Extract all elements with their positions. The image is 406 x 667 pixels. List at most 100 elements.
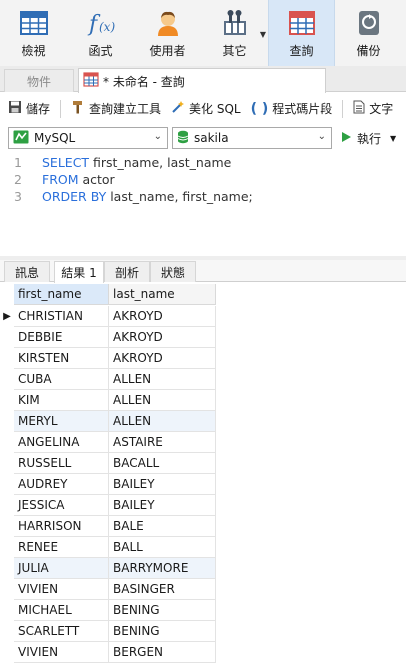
cell-last-name[interactable]: BENING xyxy=(109,621,216,642)
cell-first-name[interactable]: SCARLETT xyxy=(14,621,109,642)
cell-last-name[interactable]: BAILEY xyxy=(109,495,216,516)
cell-last-name[interactable]: BENING xyxy=(109,600,216,621)
tab-result-1[interactable]: 結果 1 xyxy=(54,261,104,283)
table-row[interactable]: CUBA ALLEN xyxy=(0,369,216,390)
column-header-last-name[interactable]: last_name xyxy=(109,284,216,305)
toolbar-user-button[interactable]: 使用者 xyxy=(134,0,201,66)
database-icon xyxy=(177,130,189,147)
cell-last-name[interactable]: AKROYD xyxy=(109,348,216,369)
toolbar-query-button[interactable]: 查詢 xyxy=(268,0,335,66)
svg-text:(x): (x) xyxy=(99,20,115,34)
cell-last-name[interactable]: ASTAIRE xyxy=(109,432,216,453)
cell-last-name[interactable]: ALLEN xyxy=(109,390,216,411)
cell-first-name[interactable]: ANGELINA xyxy=(14,432,109,453)
tab-messages[interactable]: 訊息 xyxy=(4,261,50,282)
cell-first-name[interactable]: DEBBIE xyxy=(14,327,109,348)
dropdown-caret-icon[interactable]: ▼ xyxy=(390,134,396,143)
beautify-sql-label: 美化 SQL xyxy=(189,102,241,116)
code-snippet-button[interactable]: ( ) 程式碼片段 xyxy=(251,100,333,117)
sql-keyword: FROM xyxy=(42,172,79,187)
query-builder-label: 查詢建立工具 xyxy=(89,102,162,116)
table-row[interactable]: DEBBIE AKROYD xyxy=(0,327,216,348)
toolbar-separator xyxy=(60,99,62,118)
cell-first-name[interactable]: CHRISTIAN xyxy=(14,306,109,327)
table-row[interactable]: RENEE BALL xyxy=(0,537,216,558)
query-builder-button[interactable]: 查詢建立工具 xyxy=(71,100,161,117)
cell-last-name[interactable]: BACALL xyxy=(109,453,216,474)
table-row[interactable]: ANGELINA ASTAIRE xyxy=(0,432,216,453)
cell-last-name[interactable]: ALLEN xyxy=(109,369,216,390)
table-row[interactable]: AUDREY BAILEY xyxy=(0,474,216,495)
row-marker xyxy=(0,621,14,642)
cell-first-name[interactable]: RENEE xyxy=(14,537,109,558)
cell-last-name[interactable]: BARRYMORE xyxy=(109,558,216,579)
cell-last-name[interactable]: AKROYD xyxy=(109,327,216,348)
main-toolbar: 檢視 f (x) 函式 使用者 其它 ▼ 查詢 備份 xyxy=(0,0,406,66)
cell-last-name[interactable]: BERGEN xyxy=(109,642,216,663)
code-line: 1 SELECT first_name, last_name xyxy=(0,154,231,171)
backup-icon xyxy=(353,8,385,38)
table-row[interactable]: ▶ CHRISTIAN AKROYD xyxy=(0,306,216,327)
cell-last-name[interactable]: ALLEN xyxy=(109,411,216,432)
table-row[interactable]: HARRISON BALE xyxy=(0,516,216,537)
code-line: 3 ORDER BY last_name, first_name; xyxy=(0,188,253,205)
text-button[interactable]: 文字 xyxy=(353,100,393,117)
cell-first-name[interactable]: RUSSELL xyxy=(14,453,109,474)
cell-first-name[interactable]: JESSICA xyxy=(14,495,109,516)
cell-last-name[interactable]: AKROYD xyxy=(109,306,216,327)
table-row[interactable]: KIM ALLEN xyxy=(0,390,216,411)
beautify-sql-button[interactable]: 美化 SQL xyxy=(171,100,241,117)
table-row[interactable]: MERYL ALLEN xyxy=(0,411,216,432)
toolbar-view-button[interactable]: 檢視 xyxy=(0,0,67,66)
connection-select[interactable]: MySQL ⌄ xyxy=(8,127,168,149)
table-row[interactable]: VIVIEN BERGEN xyxy=(0,642,216,663)
table-row[interactable]: MICHAEL BENING xyxy=(0,600,216,621)
row-marker xyxy=(0,558,14,579)
run-label: 執行 xyxy=(357,131,382,146)
toolbar-separator xyxy=(342,99,344,118)
cell-first-name[interactable]: MICHAEL xyxy=(14,600,109,621)
toolbar-other-button[interactable]: 其它 ▼ xyxy=(201,0,268,66)
sql-editor[interactable]: 1 SELECT first_name, last_name 2 FROM ac… xyxy=(0,152,406,256)
tab-profile[interactable]: 剖析 xyxy=(104,261,150,282)
table-row[interactable]: JULIA BARRYMORE xyxy=(0,558,216,579)
cell-last-name[interactable]: BASINGER xyxy=(109,579,216,600)
document-icon xyxy=(353,100,365,117)
cell-first-name[interactable]: HARRISON xyxy=(14,516,109,537)
table-row[interactable]: VIVIEN BASINGER xyxy=(0,579,216,600)
cell-first-name[interactable]: VIVIEN xyxy=(14,642,109,663)
dropdown-caret-icon[interactable]: ▼ xyxy=(260,30,266,39)
toolbar-backup-button[interactable]: 備份 xyxy=(335,0,402,66)
save-button[interactable]: 儲存 xyxy=(8,100,50,117)
database-value: sakila xyxy=(194,131,229,145)
tab-status[interactable]: 狀態 xyxy=(150,261,196,282)
tab-query[interactable]: * 未命名 - 查詢 xyxy=(78,68,326,93)
toolbar-label: 其它 xyxy=(222,44,247,58)
cell-last-name[interactable]: BALL xyxy=(109,537,216,558)
tab-objects[interactable]: 物件 xyxy=(4,69,74,92)
table-row[interactable]: SCARLETT BENING xyxy=(0,621,216,642)
play-icon xyxy=(340,131,352,146)
cell-first-name[interactable]: KIRSTEN xyxy=(14,348,109,369)
table-row[interactable]: KIRSTEN AKROYD xyxy=(0,348,216,369)
cell-last-name[interactable]: BALE xyxy=(109,516,216,537)
table-row[interactable]: JESSICA BAILEY xyxy=(0,495,216,516)
run-button[interactable]: 執行 ▼ xyxy=(340,127,396,149)
cell-first-name[interactable]: VIVIEN xyxy=(14,579,109,600)
column-header-first-name[interactable]: first_name xyxy=(14,284,109,305)
cell-first-name[interactable]: MERYL xyxy=(14,411,109,432)
toolbar-function-button[interactable]: f (x) 函式 xyxy=(67,0,134,66)
cell-first-name[interactable]: JULIA xyxy=(14,558,109,579)
toolbar-label: 備份 xyxy=(356,44,381,58)
table-view-icon xyxy=(18,8,50,38)
cell-first-name[interactable]: CUBA xyxy=(14,369,109,390)
cell-last-name[interactable]: BAILEY xyxy=(109,474,216,495)
cell-first-name[interactable]: KIM xyxy=(14,390,109,411)
current-row-marker-icon: ▶ xyxy=(3,311,11,322)
cell-first-name[interactable]: AUDREY xyxy=(14,474,109,495)
row-marker xyxy=(0,495,14,516)
database-select[interactable]: sakila ⌄ xyxy=(172,127,332,149)
magic-wand-icon xyxy=(171,100,185,117)
row-marker xyxy=(0,516,14,537)
table-row[interactable]: RUSSELL BACALL xyxy=(0,453,216,474)
